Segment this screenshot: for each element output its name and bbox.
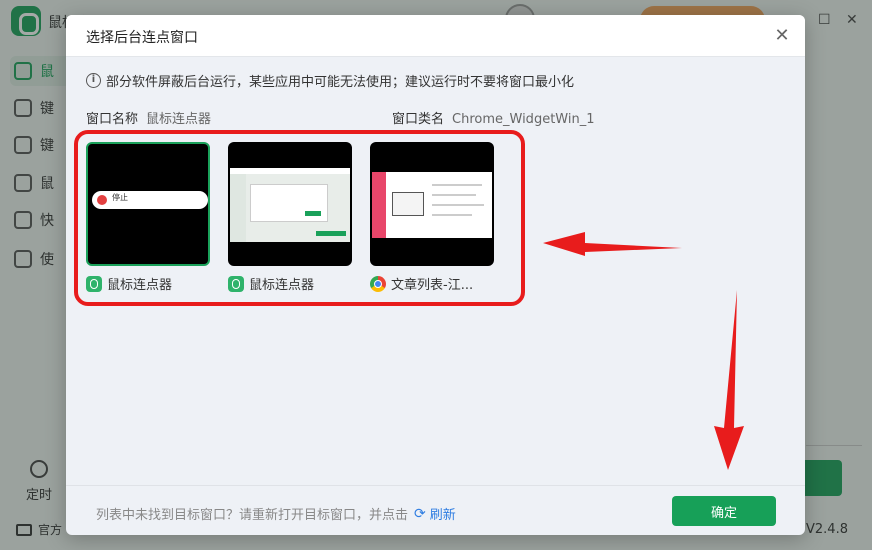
- window-card-label: 文章列表-江...: [370, 274, 494, 293]
- stop-icon: [97, 195, 107, 205]
- mouse-clicker-app-icon: [228, 275, 244, 292]
- window-class-label: 窗口类名: [392, 112, 445, 127]
- notice-text: 部分软件屏蔽后台运行，某些应用中可能无法使用；建议运行时不要将窗口最小化: [106, 75, 575, 90]
- window-name-label: 窗口名称: [86, 112, 139, 127]
- window-card-label: 鼠标连点器: [228, 274, 352, 293]
- mini-web-preview: [372, 172, 492, 238]
- mouse-clicker-app-icon: [86, 275, 102, 292]
- chrome-icon: [370, 275, 386, 292]
- dialog-title: 选择后台连点窗口: [86, 30, 198, 46]
- stop-bar: 停止: [92, 191, 208, 209]
- window-card-label: 鼠标连点器: [86, 274, 210, 293]
- window-name-value: 鼠标连点器: [146, 112, 212, 127]
- mini-app-preview: [230, 168, 350, 242]
- notice: i 部分软件屏蔽后台运行，某些应用中可能无法使用；建议运行时不要将窗口最小化: [86, 71, 574, 90]
- window-card[interactable]: 鼠标连点器: [228, 142, 352, 293]
- window-title: 鼠标连点器: [249, 278, 315, 293]
- refresh-link[interactable]: 刷新: [430, 504, 456, 523]
- window-card[interactable]: 文章列表-江...: [370, 142, 494, 293]
- stop-text: 停止: [112, 193, 128, 202]
- footer-hint-text: 列表中未找到目标窗口？请重新打开目标窗口，并点击: [96, 508, 409, 523]
- window-thumbnail: [228, 142, 352, 266]
- dialog-header: 选择后台连点窗口 ✕: [66, 15, 805, 57]
- window-title: 鼠标连点器: [107, 278, 173, 293]
- window-thumbnail: 停止: [86, 142, 210, 266]
- window-title: 文章列表-江...: [391, 278, 474, 293]
- window-class: 窗口类名 Chrome_WidgetWin_1: [392, 108, 594, 127]
- footer-hint: 列表中未找到目标窗口？请重新打开目标窗口，并点击 ⟳ 刷新: [96, 504, 456, 524]
- dialog-footer: 列表中未找到目标窗口？请重新打开目标窗口，并点击 ⟳ 刷新 确定: [66, 485, 805, 535]
- close-icon[interactable]: ✕: [771, 25, 793, 47]
- confirm-button[interactable]: 确定: [672, 496, 776, 526]
- window-card[interactable]: 停止 鼠标连点器: [86, 142, 210, 293]
- window-name: 窗口名称 鼠标连点器: [86, 108, 211, 127]
- window-class-value: Chrome_WidgetWin_1: [452, 112, 595, 127]
- info-icon: i: [86, 73, 101, 88]
- select-window-dialog: 选择后台连点窗口 ✕ i 部分软件屏蔽后台运行，某些应用中可能无法使用；建议运行…: [66, 15, 805, 535]
- window-thumbnail: [370, 142, 494, 266]
- refresh-icon[interactable]: ⟳: [414, 506, 426, 522]
